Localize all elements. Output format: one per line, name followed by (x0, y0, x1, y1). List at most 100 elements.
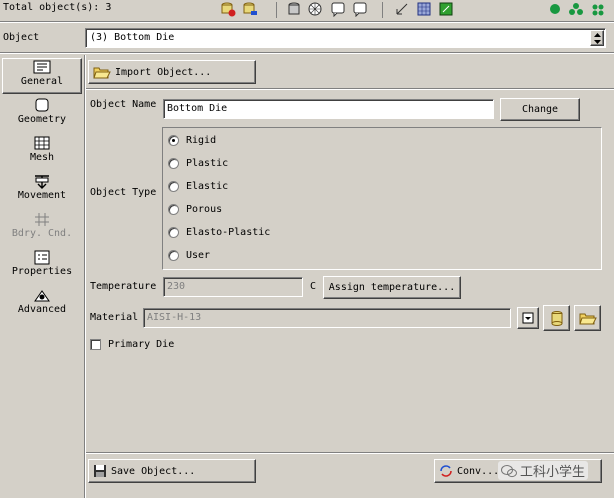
sidebar-item-properties[interactable]: Properties (3, 249, 81, 277)
object-name-label: Object Name (90, 99, 157, 110)
object-name-value: Bottom Die (167, 103, 228, 114)
temperature-input[interactable]: 230 (163, 277, 303, 297)
checkbox-box (90, 339, 101, 350)
object-type-group (162, 127, 602, 270)
radio-label: Elasto-Plastic (186, 227, 271, 238)
folder-open-icon (578, 313, 597, 325)
temperature-value: 230 (167, 281, 186, 292)
radio-indicator (168, 181, 179, 192)
sidebar-item-label: Geometry (17, 114, 67, 125)
radio-elastic[interactable]: Elastic (168, 181, 228, 192)
object-select[interactable]: (3) Bottom Die (85, 28, 606, 48)
watermark-text: 工科小学生 (520, 465, 586, 480)
bottom-divider (86, 452, 614, 454)
object-name-input[interactable]: Bottom Die (163, 99, 494, 119)
radio-rigid[interactable]: Rigid (168, 135, 216, 146)
blue-dot-icon[interactable] (588, 0, 608, 18)
panel-divider (86, 88, 614, 90)
window2-icon[interactable] (350, 0, 370, 18)
total-objects-label: Total object(s): 3 (3, 2, 112, 13)
toolbar-separator (382, 2, 383, 18)
radio-user[interactable]: User (168, 250, 210, 261)
geometry-icon (33, 97, 51, 113)
cluster-icon[interactable] (566, 0, 586, 18)
radio-label: Elastic (186, 181, 229, 192)
spin-button[interactable] (590, 30, 604, 46)
material-database-button[interactable] (543, 305, 570, 331)
radio-label: Porous (186, 204, 223, 215)
green-dot-icon[interactable] (545, 0, 565, 18)
axis-icon[interactable] (392, 0, 412, 18)
mesh-icon (33, 135, 51, 151)
sidebar-item-movement[interactable]: Movement (3, 173, 81, 201)
chevron-up-icon (593, 32, 601, 37)
toolbar-separator (276, 2, 277, 18)
assign-temperature-button[interactable]: Assign temperature... (323, 276, 461, 299)
assign-temperature-label: Assign temperature... (328, 282, 456, 293)
shade-icon[interactable] (436, 0, 456, 18)
save-icon (94, 465, 106, 477)
radio-elasto-plastic[interactable]: Elasto-Plastic (168, 227, 270, 238)
top-toolbar: Total object(s): 3 (0, 0, 614, 20)
object-label: Object (3, 32, 40, 43)
radio-indicator (168, 158, 179, 169)
material-dropdown-button[interactable] (517, 307, 539, 329)
chevron-down-icon (593, 39, 601, 44)
sidebar: General Geometry Mesh Movement Bdry. Cnd… (0, 55, 84, 498)
import-object-label: Import Object... (115, 66, 212, 78)
save-object-button[interactable]: Save Object... (88, 459, 256, 483)
sidebar-item-geometry[interactable]: Geometry (3, 97, 81, 125)
radio-label: Plastic (186, 158, 229, 169)
object-select-value: (3) Bottom Die (90, 32, 175, 43)
change-label: Change (521, 104, 559, 115)
sidebar-item-label: Properties (11, 266, 73, 277)
radio-label: Rigid (186, 135, 217, 146)
sidebar-item-label: Mesh (29, 152, 55, 163)
sidebar-item-label: General (20, 76, 64, 87)
save-object-label: Save Object... (111, 465, 196, 477)
sidebar-divider (84, 55, 86, 498)
radio-label: User (186, 250, 211, 261)
temperature-label: Temperature (90, 281, 157, 292)
convert-icon (440, 465, 452, 477)
radio-indicator (168, 250, 179, 261)
import-object-button[interactable]: Import Object... (88, 60, 256, 84)
boundary-icon (33, 211, 51, 227)
movement-icon (33, 173, 51, 189)
database-icon[interactable] (284, 0, 304, 18)
properties-icon (33, 249, 51, 265)
temperature-unit: C (310, 281, 317, 292)
grid-icon[interactable] (414, 0, 434, 18)
sidebar-item-label: Advanced (17, 304, 67, 315)
primary-die-checkbox[interactable]: Primary Die (90, 339, 174, 350)
radio-porous[interactable]: Porous (168, 204, 222, 215)
header-divider (0, 52, 614, 54)
dropdown-arrow-icon (522, 312, 534, 324)
sidebar-item-general[interactable]: General (3, 59, 81, 87)
advanced-icon (33, 287, 51, 303)
sidebar-item-label: Movement (17, 190, 67, 201)
sidebar-item-boundary[interactable]: Bdry. Cnd. (3, 211, 81, 239)
watermark: 工科小学生 (498, 461, 589, 480)
radio-indicator (168, 204, 179, 215)
sidebar-item-advanced[interactable]: Advanced (3, 287, 81, 315)
wechat-icon (501, 464, 517, 477)
window-icon[interactable] (328, 0, 348, 18)
folder-open-icon (93, 67, 111, 79)
radio-plastic[interactable]: Plastic (168, 158, 228, 169)
primary-die-label: Primary Die (108, 339, 175, 350)
add-object-icon[interactable] (218, 0, 238, 18)
convert-label: Conv... (457, 465, 500, 477)
general-icon (33, 59, 51, 75)
radio-indicator (168, 227, 179, 238)
mesh-icon[interactable] (305, 0, 325, 18)
delete-object-icon[interactable] (240, 0, 260, 18)
sidebar-item-label: Bdry. Cnd. (11, 228, 73, 239)
object-type-label: Object Type (90, 187, 157, 198)
change-button[interactable]: Change (500, 98, 580, 121)
material-value: AISI-H-13 (147, 312, 202, 323)
toolbar-divider (0, 21, 614, 23)
material-input[interactable]: AISI-H-13 (143, 308, 511, 328)
sidebar-item-mesh[interactable]: Mesh (3, 135, 81, 163)
material-open-button[interactable] (574, 305, 601, 331)
